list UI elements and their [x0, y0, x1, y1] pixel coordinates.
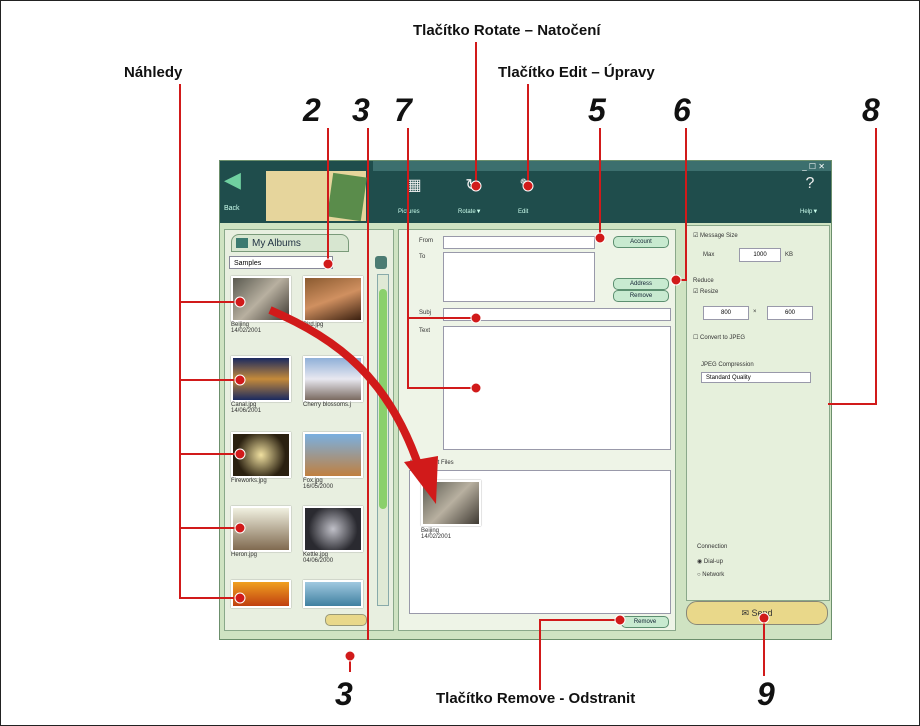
callout-8-line	[828, 128, 877, 405]
rotate-dot	[470, 180, 482, 192]
dot-7a	[470, 312, 482, 324]
dot-3b	[344, 650, 356, 662]
callout-lines	[179, 42, 877, 690]
remove-line	[539, 619, 620, 690]
drag-arrow	[268, 306, 424, 472]
preview-dot-1	[234, 296, 246, 308]
dot-9	[758, 612, 770, 624]
preview-dot-5	[234, 592, 246, 604]
drag-arrow-head	[404, 456, 438, 504]
dot-6	[670, 274, 682, 286]
preview-dot-3	[234, 448, 246, 460]
previews-bracket	[179, 84, 240, 599]
callout-7-line	[407, 128, 476, 389]
callout-6-line	[676, 128, 687, 281]
edit-dot	[522, 180, 534, 192]
preview-dot-2	[234, 374, 246, 386]
dot-7b	[470, 382, 482, 394]
dot-5	[594, 232, 606, 244]
preview-dot-4	[234, 522, 246, 534]
dot-2	[322, 258, 334, 270]
dot-remove	[614, 614, 626, 626]
